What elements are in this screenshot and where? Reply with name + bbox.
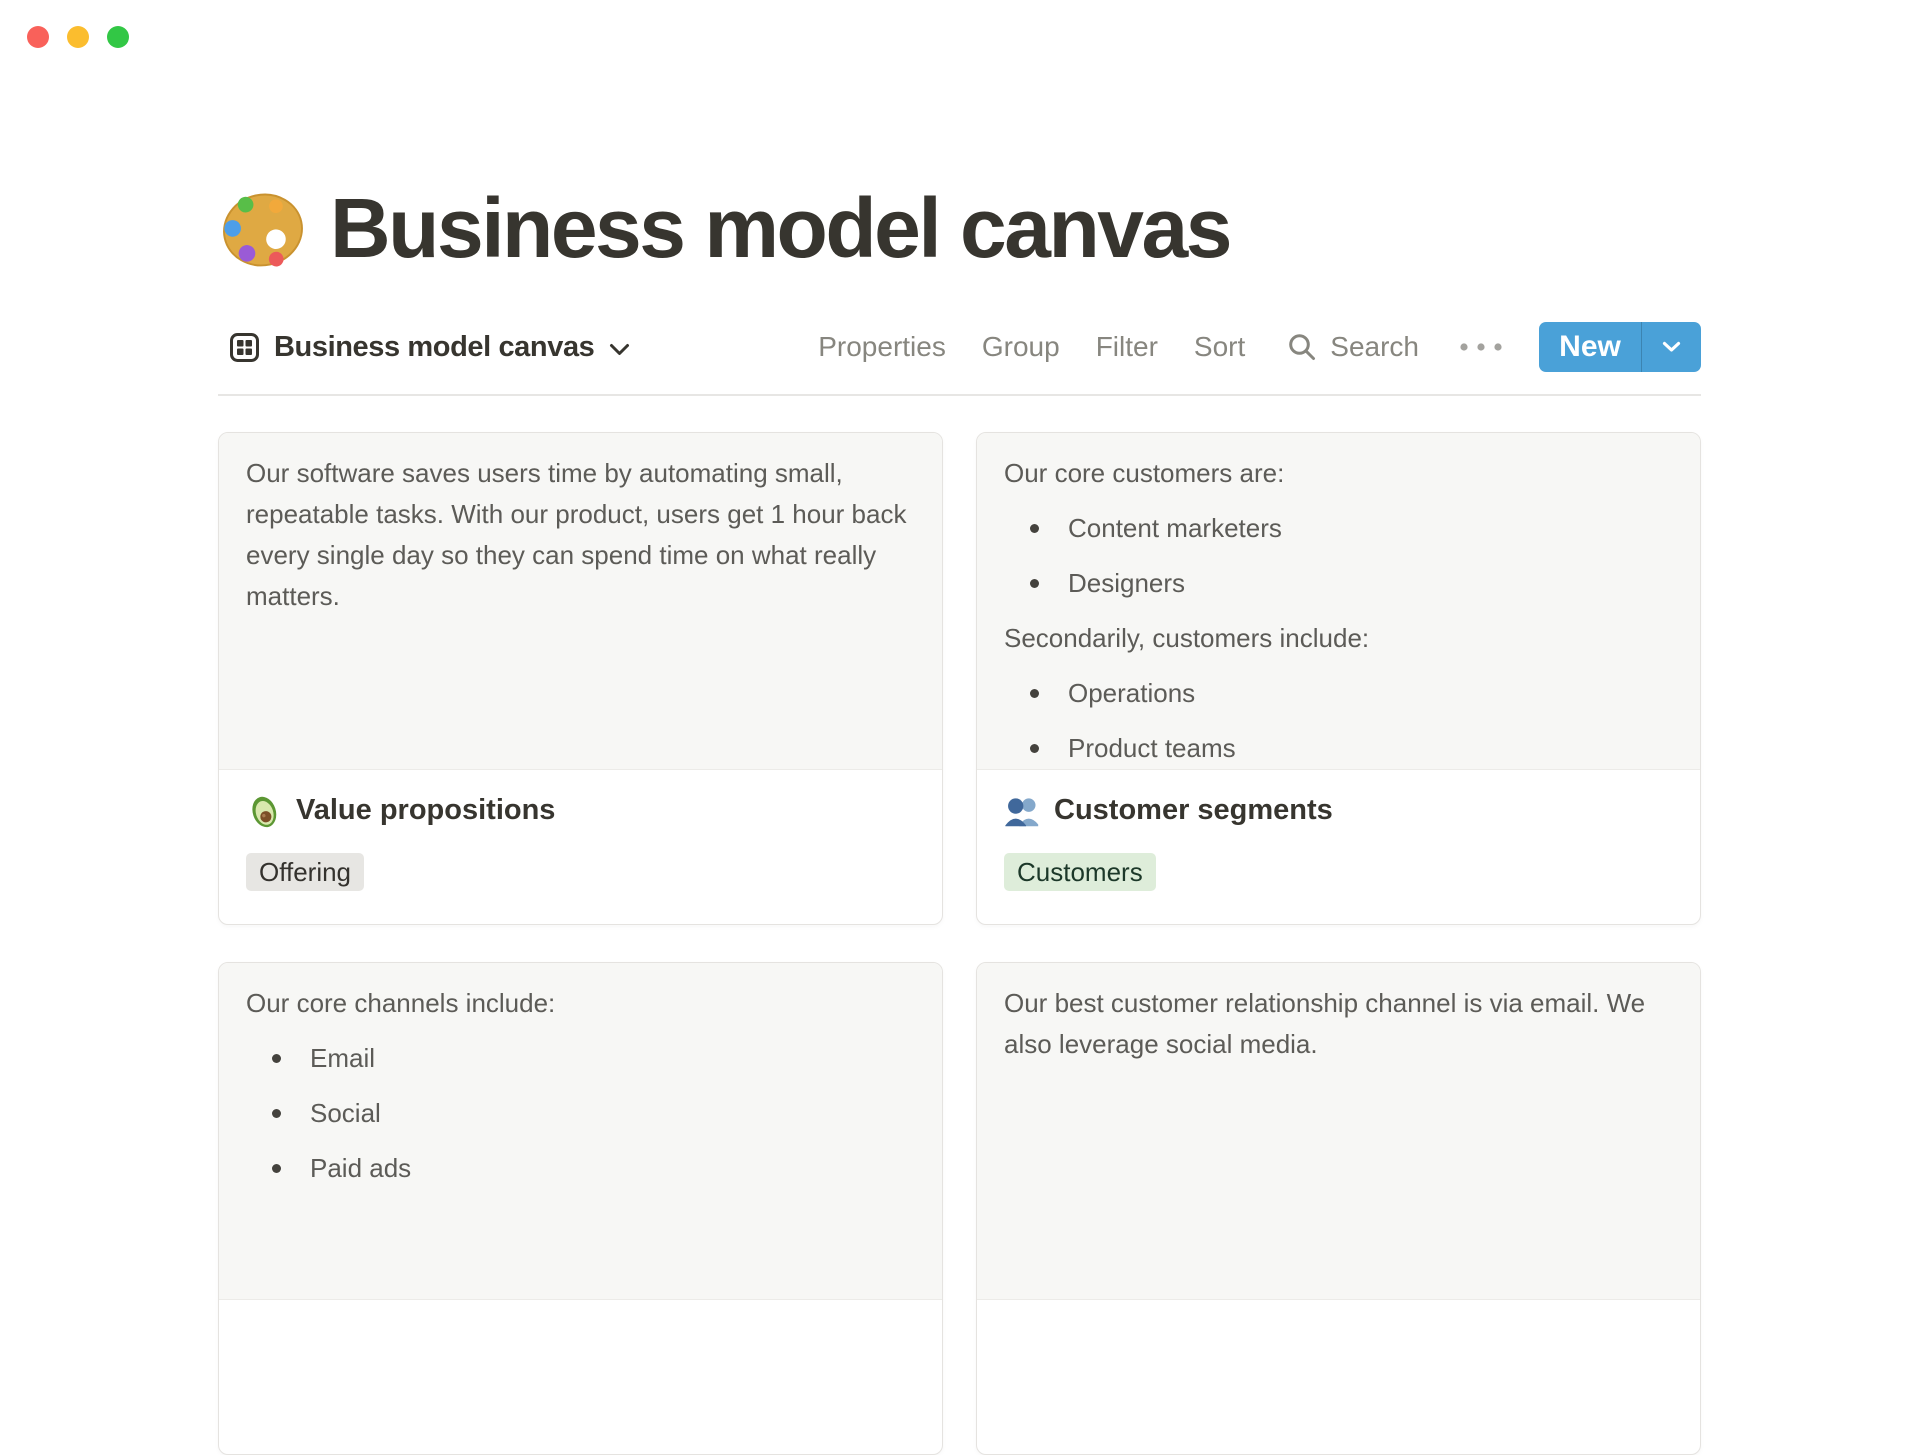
card-customer-relationships[interactable]: Our best customer relationship channel i… [976, 962, 1701, 1455]
card-channels[interactable]: Our core channels include: Email Social … [218, 962, 943, 1455]
card-title: Value propositions [296, 794, 556, 826]
filter-button[interactable]: Filter [1096, 331, 1158, 363]
card-title-row: Customer segments [1004, 792, 1673, 829]
window-controls [27, 26, 129, 48]
bullet-list-item: Product teams [1004, 728, 1673, 769]
search-icon [1287, 332, 1317, 362]
gallery-grid: Our software saves users time by automat… [218, 432, 1701, 1455]
preview-paragraph: Our best customer relationship channel i… [1004, 988, 1646, 1059]
preview-paragraph: Our core customers are: [1004, 458, 1285, 488]
page-header: Business model canvas [218, 182, 1232, 274]
card-value-propositions[interactable]: Our software saves users time by automat… [218, 432, 943, 925]
bullet-list-item: Email [246, 1038, 915, 1079]
tag-customers: Customers [1004, 853, 1156, 891]
minimize-window-button[interactable] [67, 26, 89, 48]
group-button[interactable]: Group [982, 331, 1060, 363]
chevron-down-icon [609, 339, 630, 356]
chevron-down-icon [1662, 341, 1681, 353]
card-body: Value propositions Offering [219, 770, 942, 891]
avocado-emoji-icon [246, 793, 282, 829]
toolbar-divider [218, 394, 1701, 396]
ellipsis-icon [1459, 342, 1503, 352]
new-button[interactable]: New [1539, 322, 1642, 372]
bullet-list-item: Paid ads [246, 1148, 915, 1189]
card-preview: Our software saves users time by automat… [219, 433, 942, 770]
palette-emoji-icon[interactable] [218, 183, 308, 273]
view-selector[interactable]: Business model canvas [230, 331, 630, 364]
preview-paragraph: Our core channels include: [246, 988, 556, 1018]
properties-button[interactable]: Properties [818, 331, 946, 363]
card-title: Customer segments [1054, 794, 1333, 826]
gallery-view-icon [230, 332, 259, 362]
bullet-list-item: Content marketers [1004, 508, 1673, 549]
bullet-list-item: Designers [1004, 563, 1673, 604]
preview-paragraph: Our software saves users time by automat… [246, 458, 907, 611]
more-options-button[interactable] [1459, 342, 1503, 352]
card-preview: Our best customer relationship channel i… [977, 963, 1700, 1300]
toolbar-actions: Properties Group Filter Sort Search New [818, 322, 1701, 372]
page-content: Business model canvas Business model can… [218, 0, 1701, 1455]
preview-paragraph: Secondarily, customers include: [1004, 623, 1370, 653]
tag-offering: Offering [246, 853, 365, 891]
view-toolbar: Business model canvas Properties Group F… [218, 320, 1701, 374]
card-title-row: Value propositions [246, 792, 915, 829]
zoom-window-button[interactable] [107, 26, 129, 48]
card-customer-segments[interactable]: Our core customers are: Content marketer… [976, 432, 1701, 925]
view-name: Business model canvas [274, 330, 595, 363]
busts-emoji-icon [1004, 793, 1040, 829]
new-dropdown-button[interactable] [1642, 322, 1701, 372]
card-preview: Our core customers are: Content marketer… [977, 433, 1700, 770]
search-label: Search [1330, 331, 1419, 362]
card-preview: Our core channels include: Email Social … [219, 963, 942, 1300]
new-split-button: New [1539, 322, 1701, 372]
page-title[interactable]: Business model canvas [330, 182, 1232, 274]
search-button[interactable]: Search [1287, 331, 1419, 363]
sort-button[interactable]: Sort [1194, 331, 1245, 363]
close-window-button[interactable] [27, 26, 49, 48]
bullet-list-item: Social [246, 1093, 915, 1134]
bullet-list-item: Operations [1004, 673, 1673, 714]
card-body: Customer segments Customers [977, 770, 1700, 891]
